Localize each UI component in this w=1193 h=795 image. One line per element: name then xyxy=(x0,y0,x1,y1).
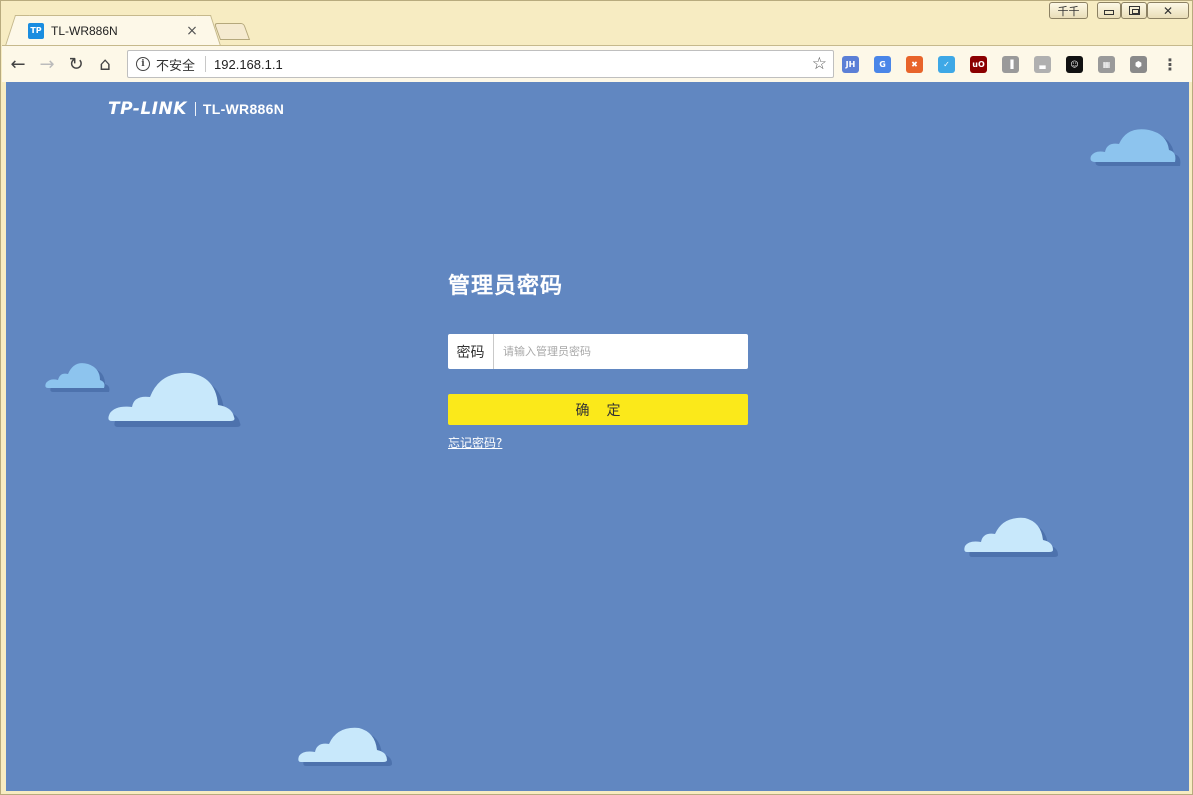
page-viewport: TP-LINK TL-WR886N 管理员密码 密码 确定 忘记密码? xyxy=(6,82,1189,791)
cloud-decoration xyxy=(297,724,397,770)
profile-button[interactable]: 千千 xyxy=(1049,2,1088,19)
jh-extension-icon[interactable]: JH xyxy=(842,56,859,73)
orange-extension-icon[interactable]: ✖ xyxy=(906,56,923,73)
security-status-label[interactable]: 不安全 xyxy=(156,55,195,74)
cloud-decoration xyxy=(44,360,114,396)
cloud-decoration xyxy=(1087,124,1183,170)
tplink-logo: TP-LINK xyxy=(108,99,187,119)
url-text[interactable]: 192.168.1.1 xyxy=(214,57,812,72)
reload-button[interactable]: ↻ xyxy=(63,51,89,77)
browser-window: TP TL-WR886N × 千千 ✕ ← → ↻ ⌂ i 不安全 192.16… xyxy=(0,0,1193,795)
brand-header: TP-LINK TL-WR886N xyxy=(108,99,284,119)
password-label: 密码 xyxy=(448,334,494,369)
brand-divider xyxy=(194,102,196,116)
stats-extension-icon[interactable]: ▐ xyxy=(1002,56,1019,73)
restore-icon xyxy=(1128,6,1140,15)
close-window-button[interactable]: ✕ xyxy=(1147,2,1189,19)
chart-extension-icon[interactable]: ▃ xyxy=(1034,56,1051,73)
browser-toolbar: ← → ↻ ⌂ i 不安全 192.168.1.1 ☆ JH G ✖ ✓ uO ▐ ▃ ☺ ▦ ⬢… xyxy=(2,45,1192,82)
tab-title: TL-WR886N xyxy=(51,23,118,38)
cloud-decoration xyxy=(106,369,246,433)
new-tab-button[interactable] xyxy=(213,23,251,40)
translate-extension-icon[interactable]: G xyxy=(874,56,891,73)
router-model-label: TL-WR886N xyxy=(202,101,285,117)
cube-extension-icon[interactable]: ▦ xyxy=(1098,56,1115,73)
menu-icon[interactable]: ⋮ xyxy=(1162,46,1178,83)
password-field: 密码 xyxy=(448,334,748,369)
forward-button[interactable]: → xyxy=(34,51,60,77)
minimize-button[interactable] xyxy=(1097,2,1121,19)
address-bar-divider xyxy=(205,56,207,72)
back-button[interactable]: ← xyxy=(5,51,31,77)
confirm-button[interactable]: 确定 xyxy=(448,394,748,425)
page-title: 管理员密码 xyxy=(448,274,564,299)
bookmark-star-icon[interactable]: ☆ xyxy=(812,54,827,74)
title-bar: TP TL-WR886N × 千千 ✕ xyxy=(1,1,1192,45)
forgot-password-link[interactable]: 忘记密码? xyxy=(448,434,502,451)
minimize-icon xyxy=(1104,10,1114,15)
close-tab-icon[interactable]: × xyxy=(184,23,200,39)
info-icon[interactable]: i xyxy=(136,57,150,71)
ublock-extension-icon[interactable]: uO xyxy=(970,56,987,73)
maximize-button[interactable] xyxy=(1121,2,1147,19)
hex-extension-icon[interactable]: ⬢ xyxy=(1130,56,1147,73)
address-bar[interactable]: i 不安全 192.168.1.1 ☆ xyxy=(127,50,834,78)
mask-extension-icon[interactable]: ☺ xyxy=(1066,56,1083,73)
tab-tl-wr886n[interactable]: TP TL-WR886N × xyxy=(17,15,209,45)
tplink-favicon-icon: TP xyxy=(28,22,44,39)
password-input[interactable] xyxy=(494,334,748,369)
home-button[interactable]: ⌂ xyxy=(92,51,118,77)
extensions-bar: JH G ✖ ✓ uO ▐ ▃ ☺ ▦ ⬢ xyxy=(842,46,1162,83)
cloud-decoration xyxy=(963,514,1063,560)
check-extension-icon[interactable]: ✓ xyxy=(938,56,955,73)
